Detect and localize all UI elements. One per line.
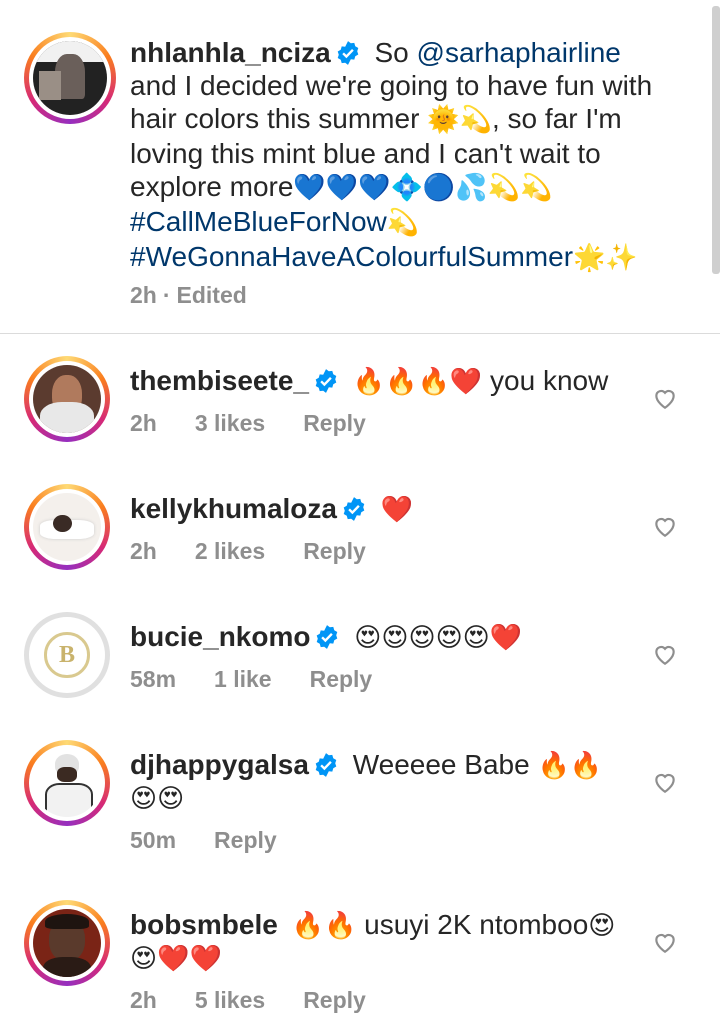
reply-button[interactable]: Reply	[214, 827, 277, 853]
heart-outline-icon[interactable]	[652, 513, 678, 539]
caption-line-4: loving this mint blue and I can't wait t…	[130, 138, 601, 169]
comment-time: 58m	[130, 666, 177, 692]
comment-emoji-tail: 😍	[588, 911, 616, 941]
reply-button[interactable]: Reply	[303, 987, 366, 1013]
caption-separator: ·	[162, 282, 171, 308]
verified-badge-icon	[337, 41, 359, 65]
comment-username[interactable]: thembiseete_	[130, 365, 309, 396]
caption-line-5-emoji: 💙💙💙💠🔵💦💫💫	[293, 173, 553, 203]
hashtag-2-emoji: 🌟✨	[573, 243, 638, 273]
comment-emoji: 🔥🔥	[537, 751, 603, 781]
likes-count[interactable]: 3 likes	[195, 410, 265, 436]
hashtag-1-emoji: 💫	[386, 208, 420, 238]
comment-username[interactable]: bobsmbele	[130, 909, 278, 940]
verified-badge-icon	[343, 497, 365, 521]
hashtag-colourfulsummer[interactable]: #WeGonnaHaveAColourfulSummer	[130, 241, 573, 272]
caption-line-3: hair colors this summer	[130, 103, 420, 134]
divider	[0, 333, 720, 334]
commenter-avatar[interactable]: B	[24, 612, 110, 698]
comment-time: 2h	[130, 987, 157, 1013]
heart-outline-icon[interactable]	[652, 769, 678, 795]
comment-text: Weeeee Babe	[352, 749, 530, 780]
caption-line-3-emoji: 🌞💫	[427, 105, 492, 135]
caption-line-2: and I decided we're going to have fun wi…	[130, 70, 653, 101]
commenter-avatar[interactable]	[24, 484, 110, 570]
verified-badge-icon	[315, 369, 337, 393]
commenter-avatar[interactable]	[24, 900, 110, 986]
heart-outline-icon[interactable]	[652, 641, 678, 667]
hashtag-callmeblue[interactable]: #CallMeBlueForNow	[130, 206, 387, 237]
comment-emoji: ❤️	[380, 495, 414, 525]
comment-emoji-line2: 😍❤️❤️	[130, 944, 222, 974]
comment-emoji-line2: 😍😍	[130, 784, 185, 814]
comment-text: you know	[490, 365, 609, 396]
caption-username[interactable]: nhlanhla_nciza	[130, 37, 331, 68]
monogram-logo: B	[44, 632, 90, 678]
comment-emoji: 🔥🔥🔥❤️	[352, 367, 483, 397]
verified-badge-icon	[317, 625, 338, 649]
caption-meta: 2h · Edited	[130, 282, 285, 309]
comment-username[interactable]: bucie_nkomo	[130, 621, 310, 652]
commenter-avatar[interactable]	[24, 356, 110, 442]
comment-emoji: 😍😍😍😍😍❤️	[354, 623, 523, 653]
mention-link[interactable]: @sarhaphairline	[417, 37, 621, 68]
commenter-avatar[interactable]	[24, 740, 110, 826]
comment-time: 50m	[130, 827, 177, 853]
heart-outline-icon[interactable]	[652, 385, 678, 411]
caption-text: nhlanhla_nciza So @sarhaphairline and I …	[130, 36, 652, 275]
reply-button[interactable]: Reply	[303, 538, 366, 564]
comment-username[interactable]: kellykhumaloza	[130, 493, 337, 524]
caption-line-3-tail: , so far I'm	[491, 103, 622, 134]
comment-time: 2h	[130, 410, 157, 436]
comment-username[interactable]: djhappygalsa	[130, 749, 309, 780]
heart-outline-icon[interactable]	[652, 929, 678, 955]
caption-avatar[interactable]	[24, 32, 116, 124]
comment-text: usuyi 2K ntomboo	[364, 909, 589, 940]
verified-badge-icon	[315, 753, 337, 777]
likes-count[interactable]: 1 like	[214, 666, 272, 692]
edited-label: Edited	[176, 282, 247, 308]
caption-intro: So	[374, 37, 409, 68]
reply-button[interactable]: Reply	[310, 666, 373, 692]
post-caption: nhlanhla_nciza So @sarhaphairline and I …	[0, 0, 720, 334]
caption-line-5: explore more	[130, 171, 294, 202]
likes-count[interactable]: 5 likes	[195, 987, 265, 1013]
comment-emoji: 🔥🔥	[291, 911, 357, 941]
caption-time: 2h	[130, 282, 157, 308]
reply-button[interactable]: Reply	[303, 410, 366, 436]
comment-time: 2h	[130, 538, 157, 564]
likes-count[interactable]: 2 likes	[195, 538, 265, 564]
